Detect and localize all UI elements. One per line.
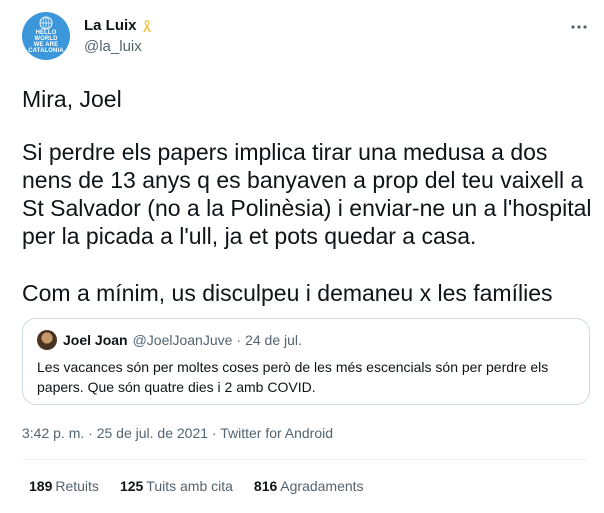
likes-label: Agradaments [280, 478, 364, 494]
quoted-tweet[interactable]: Joel Joan @JoelJoanJuve · 24 de jul. Les… [22, 318, 590, 405]
likes-stat[interactable]: 816 Agradaments [254, 478, 364, 494]
tweet-paragraph: Si perdre els papers implica tirar una m… [22, 139, 592, 249]
retweets-stat[interactable]: 189 Retuits [29, 478, 99, 494]
author-display-name[interactable]: La Luix [84, 17, 137, 34]
tweet-timestamp[interactable]: 3:42 p. m. · 25 de jul. de 2021 · Twitte… [22, 425, 333, 441]
un-globe-icon [39, 16, 53, 30]
retweets-label: Retuits [55, 478, 99, 494]
quoted-author-name: Joel Joan [63, 332, 128, 348]
author-handle[interactable]: @la_luix [84, 38, 142, 55]
quoted-author-handle: @JoelJoanJuve [132, 332, 233, 348]
tweet-paragraph: Com a mínim, us disculpeu i demaneu x le… [22, 280, 553, 306]
tweet: HELLO WORLD WE ARE CATALONIA La Luix @la… [0, 0, 604, 513]
divider [22, 459, 588, 460]
yellow-ribbon-icon [142, 19, 151, 32]
retweets-count: 189 [29, 478, 53, 494]
likes-count: 816 [253, 478, 278, 494]
engagement-stats: 189 Retuits 125 Tuits amb cita 816 Agradame… [29, 478, 385, 494]
quote-tweets-count: 125 [119, 478, 144, 494]
quoted-tweet-text: Les vacances són per moltes coses però d… [37, 359, 549, 395]
quote-tweets-label: Tuits amb cita [146, 478, 233, 494]
avatar-text: HELLO WORLD WE ARE CATALONIA [28, 30, 64, 54]
quoted-tweet-header: Joel Joan @JoelJoanJuve · 24 de jul. [37, 330, 302, 350]
quote-tweets-stat[interactable]: 125 Tuits amb cita [120, 478, 233, 494]
author-name-row[interactable]: La Luix [84, 17, 154, 34]
quoted-author-avatar [37, 330, 57, 350]
tweet-paragraph: Mira, Joel [22, 86, 122, 112]
author-avatar[interactable]: HELLO WORLD WE ARE CATALONIA [22, 12, 70, 60]
more-options-icon[interactable] [568, 16, 590, 38]
quoted-separator: · [236, 332, 242, 348]
quoted-date: 24 de jul. [245, 332, 302, 348]
